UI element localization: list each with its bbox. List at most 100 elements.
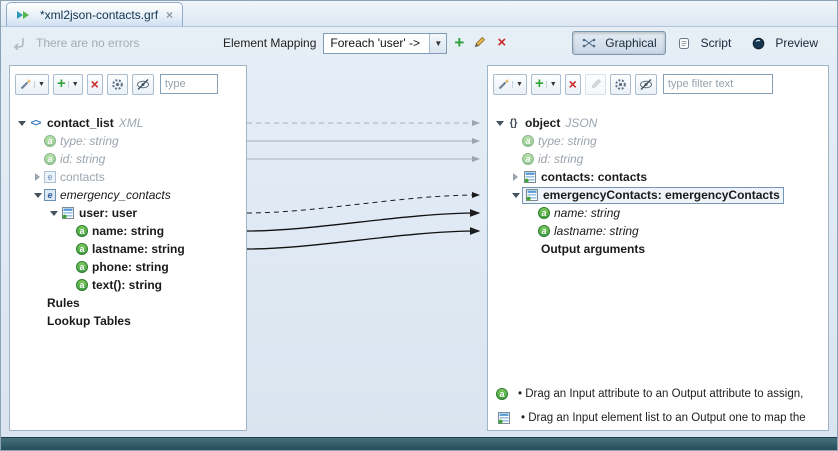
hide-unmapped-button[interactable] xyxy=(635,74,657,95)
node-type-suffix: : string xyxy=(128,260,169,274)
settings-button[interactable] xyxy=(610,74,631,95)
node-emergency-contacts-selected[interactable]: emergencyContacts : emergencyContacts xyxy=(488,186,828,204)
input-tree-panel: ▼ + ▼ × contact_list xyxy=(9,65,247,431)
expander-icon[interactable] xyxy=(509,193,522,198)
node-type-suffix: : string xyxy=(561,134,597,148)
chevron-down-icon[interactable]: ▼ xyxy=(429,34,446,53)
node-type-suffix: : string xyxy=(69,152,105,166)
input-tree: contact_list XML type : string id : stri… xyxy=(10,102,246,330)
chevron-down-icon[interactable]: ▼ xyxy=(546,81,557,88)
attribute-icon xyxy=(76,261,88,273)
attribute-hint-icon xyxy=(496,388,508,400)
node-label: emergency_contacts xyxy=(60,188,171,202)
attribute-icon xyxy=(44,153,56,165)
node-type-suffix: : string xyxy=(123,224,164,238)
add-node-button[interactable]: + ▼ xyxy=(531,74,561,95)
expander-icon[interactable] xyxy=(31,193,44,198)
node-id[interactable]: id : string xyxy=(10,150,246,168)
node-id[interactable]: id : string xyxy=(488,150,828,168)
node-label: name xyxy=(92,224,123,238)
view-button-script[interactable]: Script xyxy=(668,31,741,55)
node-label: emergencyContacts xyxy=(543,188,658,202)
node-lastname[interactable]: lastname : string xyxy=(488,222,828,240)
remove-node-button[interactable]: × xyxy=(565,74,581,95)
eye-slash-icon xyxy=(136,78,150,91)
mapping-hints: • Drag an Input attribute to an Output a… xyxy=(496,388,824,424)
node-label: id xyxy=(538,152,547,166)
attribute-icon xyxy=(44,135,56,147)
node-text-function[interactable]: text() : string xyxy=(10,276,246,294)
expander-icon[interactable] xyxy=(493,121,506,126)
output-filter-field[interactable] xyxy=(663,74,773,94)
tab-close-icon[interactable]: × xyxy=(166,8,173,22)
tab-xml2json-contacts[interactable]: *xml2json-contacts.grf × xyxy=(6,2,183,26)
mapping-main-area: ▼ + ▼ × contact_list xyxy=(9,65,829,431)
node-rules[interactable]: Rules xyxy=(10,294,246,312)
no-errors-icon xyxy=(11,37,26,50)
node-phone[interactable]: phone : string xyxy=(10,258,246,276)
node-user[interactable]: user : user xyxy=(10,204,246,222)
plus-icon: + xyxy=(535,78,544,90)
delete-icon: × xyxy=(569,78,577,90)
node-name[interactable]: name : string xyxy=(10,222,246,240)
node-contact-list[interactable]: contact_list XML xyxy=(10,114,246,132)
node-label: phone xyxy=(92,260,128,274)
chevron-down-icon[interactable]: ▼ xyxy=(512,81,523,88)
node-lastname[interactable]: lastname : string xyxy=(10,240,246,258)
status-bar xyxy=(1,437,837,450)
node-type-suffix: : string xyxy=(584,206,620,220)
hint-row: • Drag an Input element list to an Outpu… xyxy=(496,411,824,424)
remove-node-button[interactable]: × xyxy=(87,74,103,95)
element-icon xyxy=(44,189,56,201)
expander-icon[interactable] xyxy=(31,173,44,181)
eye-slash-icon xyxy=(639,78,653,91)
node-contacts[interactable]: contacts xyxy=(10,168,246,186)
hide-unmapped-button[interactable] xyxy=(132,74,154,95)
node-type[interactable]: type : string xyxy=(10,132,246,150)
attribute-icon xyxy=(76,243,88,255)
node-label: Rules xyxy=(47,296,80,310)
add-node-button[interactable]: + ▼ xyxy=(53,74,83,95)
foreach-dropdown-value: Foreach 'user' -> xyxy=(324,36,429,50)
settings-button[interactable] xyxy=(107,74,128,95)
auto-map-button[interactable]: ▼ xyxy=(15,74,49,95)
expander-icon[interactable] xyxy=(47,211,60,216)
node-label: contacts xyxy=(541,170,590,184)
node-label: text() xyxy=(92,278,121,292)
hint-text: • Drag an Input attribute to an Output a… xyxy=(518,388,803,400)
view-switcher: Graphical Script Preview xyxy=(572,31,827,55)
node-lookup-tables[interactable]: Lookup Tables xyxy=(10,312,246,330)
plus-icon: + xyxy=(57,78,66,90)
chevron-down-icon[interactable]: ▼ xyxy=(34,81,45,88)
node-contacts[interactable]: contacts : contacts xyxy=(488,168,828,186)
view-button-preview[interactable]: Preview xyxy=(742,31,827,55)
node-type[interactable]: type : string xyxy=(488,132,828,150)
view-button-graphical[interactable]: Graphical xyxy=(572,31,665,55)
mapping-wires-canvas[interactable] xyxy=(247,65,487,431)
delete-icon: × xyxy=(91,78,99,90)
expander-icon[interactable] xyxy=(509,173,522,181)
attribute-icon xyxy=(522,153,534,165)
node-name[interactable]: name : string xyxy=(488,204,828,222)
node-type-suffix: : string xyxy=(83,134,119,148)
node-badge: XML xyxy=(119,116,144,130)
remove-mapping-button[interactable]: × xyxy=(497,36,506,50)
view-button-label: Script xyxy=(701,36,732,50)
chevron-down-icon[interactable]: ▼ xyxy=(68,81,79,88)
error-status: There are no errors xyxy=(11,36,223,50)
error-status-text: There are no errors xyxy=(36,36,139,50)
input-panel-toolbar: ▼ + ▼ × xyxy=(10,66,246,102)
pencil-icon xyxy=(589,78,602,91)
add-mapping-button[interactable]: + xyxy=(454,36,464,50)
output-tree: object JSON type : string id : string xyxy=(488,102,828,258)
node-output-arguments[interactable]: Output arguments xyxy=(488,240,828,258)
node-emergency-contacts[interactable]: emergency_contacts xyxy=(10,186,246,204)
edit-mapping-button[interactable] xyxy=(471,37,486,50)
node-object[interactable]: object JSON xyxy=(488,114,828,132)
wand-icon xyxy=(19,78,32,91)
foreach-dropdown[interactable]: Foreach 'user' -> ▼ xyxy=(323,33,447,54)
expander-icon[interactable] xyxy=(15,121,28,126)
input-filter-field[interactable] xyxy=(160,74,218,94)
auto-map-button[interactable]: ▼ xyxy=(493,74,527,95)
node-label: lastname xyxy=(554,224,603,238)
